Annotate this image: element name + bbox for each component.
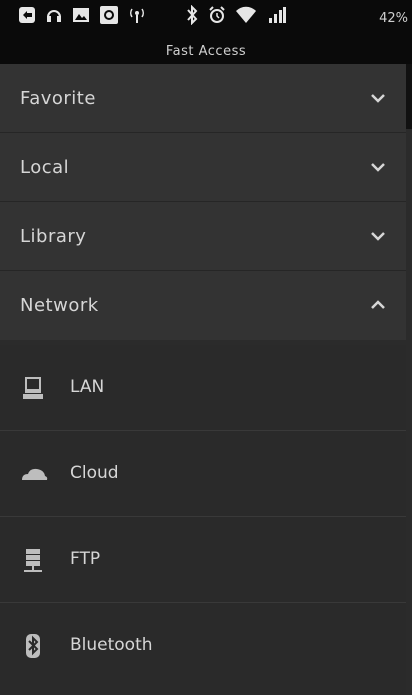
- section-label: Favorite: [20, 88, 96, 109]
- cell-signal-icon: [266, 6, 286, 30]
- alarm-icon: [208, 6, 226, 30]
- section-library[interactable]: Library: [0, 202, 406, 271]
- image-icon: [72, 6, 90, 30]
- computer-icon: [23, 377, 43, 399]
- signal-tower-icon: [128, 6, 146, 30]
- network-item-label: Cloud: [70, 463, 119, 483]
- chevron-down-icon: [371, 163, 385, 172]
- network-item-label: LAN: [70, 377, 105, 397]
- page-title: Fast Access: [165, 44, 247, 59]
- section-label: Library: [20, 226, 87, 247]
- app-icon: [99, 5, 119, 31]
- bluetooth-icon: [26, 634, 40, 658]
- network-item-label: Bluetooth: [70, 635, 153, 655]
- chevron-down-icon: [371, 232, 385, 241]
- ftp-server-icon: [24, 549, 42, 572]
- cloud-icon: [22, 468, 48, 480]
- chevron-up-icon: [371, 300, 385, 309]
- section-label: Network: [20, 295, 99, 316]
- section-label: Local: [20, 157, 70, 178]
- network-item-cloud[interactable]: Cloud: [0, 431, 406, 517]
- notification-icon: [18, 6, 36, 30]
- headset-icon: [45, 6, 63, 30]
- network-item-lan[interactable]: LAN: [0, 345, 406, 431]
- battery-indicator: 42%: [379, 7, 408, 29]
- section-favorite[interactable]: Favorite: [0, 64, 406, 133]
- wifi-icon: [235, 6, 257, 30]
- network-item-label: FTP: [70, 549, 101, 569]
- bluetooth-icon: [185, 4, 199, 31]
- chevron-down-icon: [371, 94, 385, 103]
- section-network[interactable]: Network: [0, 271, 406, 340]
- battery-text: 42%: [379, 10, 408, 26]
- network-item-ftp[interactable]: FTP: [0, 517, 406, 603]
- section-local[interactable]: Local: [0, 133, 406, 202]
- status-icons: [18, 4, 295, 31]
- network-item-bluetooth[interactable]: Bluetooth: [0, 603, 406, 695]
- scrollbar[interactable]: [406, 64, 412, 129]
